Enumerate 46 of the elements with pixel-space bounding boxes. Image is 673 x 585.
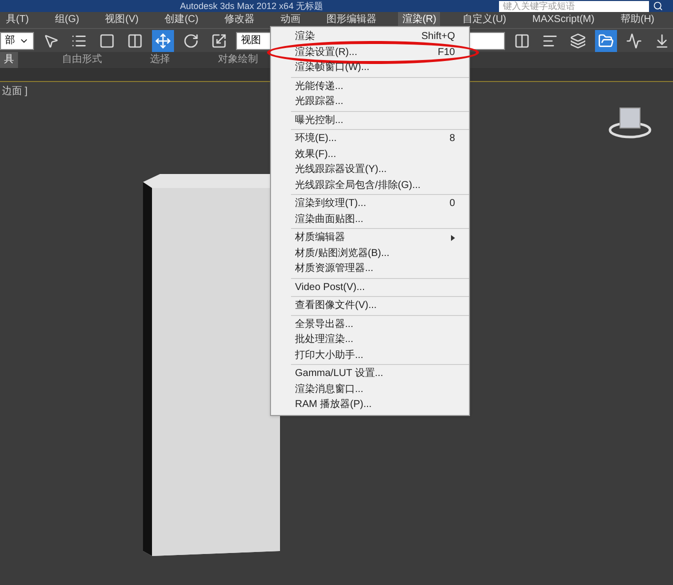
menu-entry[interactable]: Video Post(V)... (271, 280, 469, 295)
menu-entry[interactable]: 渲染消息窗口... (271, 382, 469, 397)
menu-item[interactable]: 图形编辑器 (322, 12, 380, 28)
shortcut-label: 8 (449, 132, 455, 146)
menu-entry[interactable]: 查看图像文件(V)... (271, 298, 469, 314)
menu-entry[interactable]: 效果(F)... (271, 146, 469, 162)
menu-entry[interactable]: 打印大小助手... (271, 348, 469, 363)
submenu-arrow-icon (451, 234, 455, 241)
menu-item[interactable]: 帮助(H) (616, 12, 658, 28)
selection-filter-dropdown[interactable]: 部 (0, 32, 34, 50)
menu-entry[interactable]: 光能传递... (271, 78, 469, 94)
ribbon-tab[interactable]: 具 (0, 52, 18, 68)
menu-entry[interactable]: 曝光控制... (271, 112, 469, 128)
menu-entry[interactable]: 全景导出器... (271, 316, 469, 332)
ribbon-tab[interactable]: 选择 (146, 52, 174, 68)
search-icon[interactable] (653, 1, 663, 11)
menu-item[interactable]: 创建(C) (160, 12, 202, 28)
shortcut-label: Shift+Q (421, 30, 455, 44)
menu-entry[interactable]: 环境(E)... 8 (271, 131, 469, 146)
menu-entry[interactable]: 光线跟踪全局包含/排除(G)... (271, 178, 469, 193)
menu-item[interactable]: 组(G) (50, 12, 84, 28)
menu-item[interactable]: 自定义(U) (458, 12, 510, 28)
menu-entry[interactable]: 材质资源管理器... (271, 261, 469, 276)
menu-item[interactable]: 具(T) (2, 12, 33, 28)
menu-entry[interactable]: 批处理渲染... (271, 332, 469, 348)
viewport-label: 边面 ] (2, 84, 28, 99)
ribbon-tab[interactable]: 自由形式 (58, 52, 106, 68)
ribbon-tab[interactable]: 对象绘制 (214, 52, 262, 68)
menu-entry[interactable]: RAM 播放器(P)... (271, 397, 469, 412)
menu-item[interactable]: 视图(V) (101, 12, 143, 28)
move-icon[interactable] (152, 30, 174, 52)
menu-entry[interactable]: 光线跟踪器设置(Y)... (271, 162, 469, 178)
shortcut-label: F10 (438, 46, 455, 60)
menu-entry[interactable]: 材质编辑器 (271, 230, 469, 246)
menu-entry[interactable]: 材质/贴图浏览器(B)... (271, 246, 469, 261)
menu-entry[interactable]: 渲染曲面贴图... (271, 212, 469, 227)
viewcube-icon[interactable] (608, 108, 652, 138)
menu-entry[interactable]: Gamma/LUT 设置... (271, 366, 469, 382)
menu-item[interactable]: 动画 (276, 12, 304, 28)
menu-item[interactable]: 修改器 (220, 12, 258, 28)
window-title: Autodesk 3ds Max 2012 x64 无标题 (180, 1, 324, 11)
menu-entry[interactable]: 渲染帧窗口(W)... (271, 60, 469, 76)
menu-entry[interactable]: 渲染到纹理(T)... 0 (271, 196, 469, 212)
menu-entry[interactable]: 光跟踪器... (271, 94, 469, 110)
shortcut-label: 0 (449, 197, 455, 212)
menu-item[interactable]: MAXScript(M) (528, 12, 598, 28)
